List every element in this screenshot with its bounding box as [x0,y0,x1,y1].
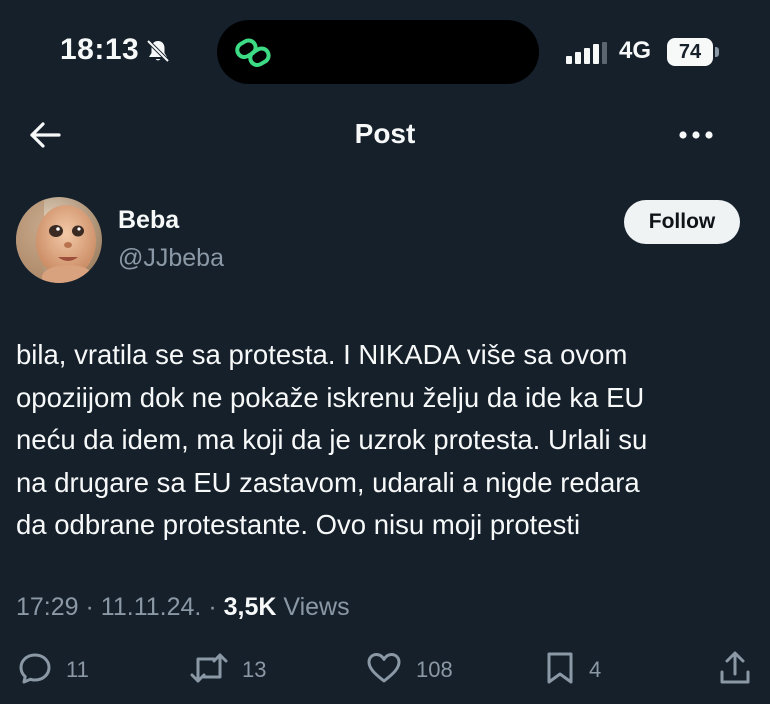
bookmark-count: 4 [589,657,602,682]
repost-button[interactable]: 13 [190,650,266,690]
signal-icon [566,42,610,69]
meta-separator: · [208,593,224,621]
views-count[interactable]: 3,5K [224,593,277,621]
bookmark-icon [545,650,575,691]
post-screen: 18:13 4G 74 Post Beba @JJbeba Follow bil… [0,0,770,704]
meta-separator: · [85,593,101,621]
dynamic-island [217,20,539,84]
author-handle[interactable]: @JJbeba [118,244,224,273]
battery-level: 74 [678,40,702,63]
bookmark-button[interactable]: 4 [545,650,601,690]
reply-count: 11 [66,657,89,682]
repost-icon [190,651,228,690]
avatar[interactable] [16,197,102,283]
share-button[interactable] [718,650,752,690]
reply-button[interactable]: 11 [18,650,89,690]
page-title: Post [354,118,416,149]
battery-indicator: 74 [667,38,713,66]
battery-tip [715,47,719,57]
status-time: 18:13 [60,33,140,66]
post-time[interactable]: 17:29 [16,593,79,621]
like-count: 108 [416,657,453,682]
author-name[interactable]: Beba [118,206,179,235]
follow-button[interactable]: Follow [624,200,740,244]
repost-count: 13 [242,657,267,682]
post-date[interactable]: 11.11.24. [101,593,202,621]
link-app-icon [233,33,273,78]
bell-slash-icon [145,38,171,69]
reply-icon [18,651,52,690]
post-text: bila, vratila se sa protesta. I NIKADA v… [16,339,648,540]
more-dots-icon[interactable] [678,128,714,147]
like-button[interactable]: 108 [366,650,453,690]
heart-icon [366,651,402,690]
share-icon [718,650,752,691]
post-meta: 17:29 · 11.11.24. · 3,5K Views [16,593,350,622]
views-label: Views [283,593,350,621]
network-label: 4G [619,37,652,64]
